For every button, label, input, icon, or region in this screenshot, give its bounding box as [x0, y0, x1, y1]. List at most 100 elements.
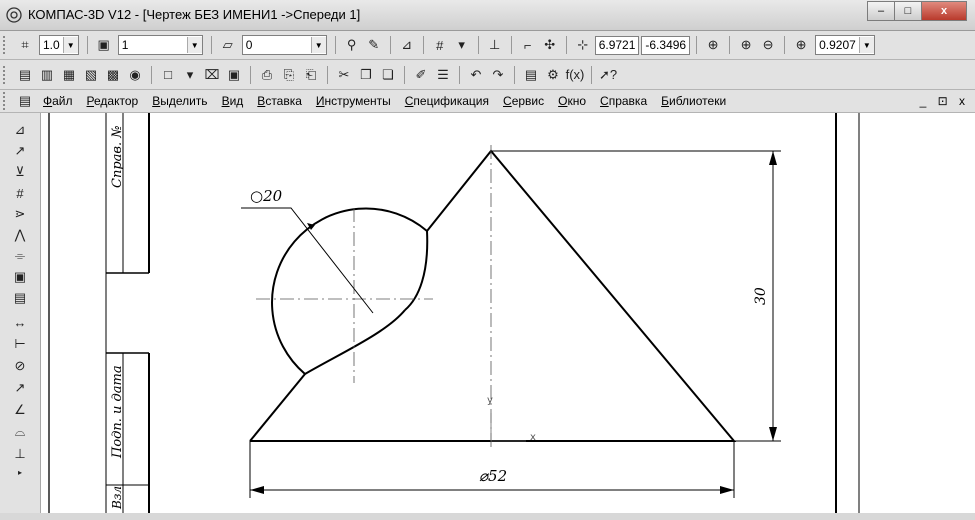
more-tools-icon[interactable]: ▸	[8, 463, 32, 481]
radial-dimension-icon[interactable]: ↗	[8, 379, 32, 397]
zoom-window-icon[interactable]: ⊕	[704, 36, 722, 54]
height-dimension-label: 30	[753, 287, 769, 305]
angular-dimension-icon[interactable]: ∠	[8, 401, 32, 419]
menu-specification[interactable]: Спецификация	[405, 94, 489, 108]
step-value: 1.0	[43, 38, 60, 52]
document-icon[interactable]: ▤	[16, 92, 34, 110]
close-button[interactable]: x	[921, 1, 967, 21]
save-icon[interactable]: ▣	[225, 66, 243, 84]
separator	[514, 65, 515, 84]
view-manager-icon[interactable]: ▥	[38, 66, 56, 84]
coord-y-field[interactable]: -6.3496	[641, 35, 691, 55]
line-style-icon[interactable]: ▱	[219, 36, 237, 54]
help-label: ?	[609, 67, 618, 82]
chevron-down-icon[interactable]: ▼	[62, 37, 78, 53]
variables-icon[interactable]: ⚙	[544, 66, 562, 84]
radius-dimension-label: ○20	[250, 187, 283, 205]
layer-combo[interactable]: 1 ▼	[117, 35, 203, 55]
toolbar-grip[interactable]	[3, 65, 9, 84]
fx-button[interactable]: f(x)	[566, 66, 585, 84]
zoom-out-icon[interactable]: ⊖	[759, 36, 777, 54]
menu-select[interactable]: Выделить	[152, 94, 207, 108]
chevron-down-icon[interactable]: ▼	[858, 37, 874, 53]
menu-tools[interactable]: Инструменты	[316, 94, 391, 108]
document-window-controls[interactable]: _ ⊡ x	[920, 94, 969, 108]
toolbar-grip[interactable]	[3, 36, 9, 54]
cut-icon[interactable]: ✂	[335, 66, 353, 84]
compact-toolbar: ⊿ ↗ ⊻ # ⋗ ⋀ ⌯ ▣ ▤ ↔ ⊢ ⊘ ↗ ∠ ⌓ ⊥ ▸	[0, 113, 41, 513]
views-icon[interactable]: ▣	[8, 268, 32, 286]
arc-dimension-icon[interactable]: ⌓	[8, 423, 32, 441]
copy-icon[interactable]: ❐	[357, 66, 375, 84]
zoom-in-icon[interactable]: ⊕	[737, 36, 755, 54]
export-icon[interactable]: ⎗	[302, 66, 320, 84]
maximize-button[interactable]: □	[894, 1, 922, 21]
stamp-cut-label: Взл	[110, 486, 124, 510]
diameter-dimension-icon[interactable]: ⊘	[8, 357, 32, 375]
geometry-icon[interactable]: ⊿	[8, 121, 32, 139]
undo-icon[interactable]: ↶	[467, 66, 485, 84]
help-button[interactable]: ➚?	[599, 66, 617, 84]
zoom-combo[interactable]: 0.9207 ▼	[815, 35, 875, 55]
format-brush-icon[interactable]: ✐	[412, 66, 430, 84]
local-cs-icon[interactable]: ⊥	[486, 36, 504, 54]
spec-icon[interactable]: ▤	[8, 289, 32, 307]
grid-icon[interactable]: #	[431, 36, 449, 54]
sphere-arc-right	[404, 230, 429, 311]
step-combo[interactable]: 1.0 ▼	[39, 35, 79, 55]
menu-view[interactable]: Вид	[222, 94, 244, 108]
manager-icon[interactable]: ▤	[522, 66, 540, 84]
snap-icon[interactable]: ⚲	[343, 36, 361, 54]
separator	[210, 36, 212, 54]
paste-icon[interactable]: ❏	[379, 66, 397, 84]
grid-menu-icon[interactable]: ▾	[453, 36, 471, 54]
style-combo[interactable]: 0 ▼	[241, 35, 327, 55]
cursor-step-icon[interactable]: ⌐	[519, 36, 537, 54]
dimensions-icon[interactable]: ↗	[8, 142, 32, 160]
grid-step-icon[interactable]: ⌗	[16, 36, 34, 54]
menu-libraries[interactable]: Библиотеки	[661, 94, 726, 108]
layers-icon[interactable]: ▧	[82, 66, 100, 84]
menu-insert[interactable]: Вставка	[257, 94, 302, 108]
minimize-button[interactable]: –	[867, 1, 895, 21]
menu-edit[interactable]: Редактор	[87, 94, 139, 108]
print-icon[interactable]: ⎙	[258, 66, 276, 84]
cursor-move-icon[interactable]: ✣	[541, 36, 559, 54]
linear-dimension-icon[interactable]: ⊢	[8, 335, 32, 353]
chevron-down-icon[interactable]: ▼	[186, 37, 202, 53]
selection-icon[interactable]: ⌯	[8, 247, 32, 265]
zoom-scale-icon[interactable]: ⊕	[792, 36, 810, 54]
ortho-icon[interactable]: ⊿	[398, 36, 416, 54]
redo-icon[interactable]: ↷	[489, 66, 507, 84]
open-folder-icon[interactable]: ⌧	[203, 66, 221, 84]
chevron-down-icon[interactable]: ▼	[310, 37, 326, 53]
drawing-canvas[interactable]: Справ. № Подп. и дата Взл ○20 30 ⌀52 y x	[41, 113, 975, 513]
document-tree-icon[interactable]: ▦	[60, 66, 78, 84]
parametrization-icon[interactable]: ⋗	[8, 205, 32, 223]
editing-icon[interactable]: #	[8, 184, 32, 202]
menu-help[interactable]: Справка	[600, 94, 647, 108]
origin-y-label: y	[487, 395, 493, 406]
menu-file[interactable]: Файл	[43, 94, 73, 108]
sphere-arc-bottom	[304, 309, 406, 375]
print-preview-icon[interactable]: ⎘	[280, 66, 298, 84]
coord-x-field[interactable]: 6.9721	[594, 35, 640, 55]
compact-panel-icon[interactable]: ▤	[16, 66, 34, 84]
auto-dimension-icon[interactable]: ↔	[8, 313, 32, 331]
library-icon[interactable]: ▩	[104, 66, 122, 84]
new-menu-icon[interactable]: ▾	[181, 66, 199, 84]
new-document-icon[interactable]: □	[159, 66, 177, 84]
separator	[86, 36, 88, 54]
height-arrow-bottom	[769, 427, 777, 441]
properties-icon[interactable]: ◉	[126, 66, 144, 84]
leader-icon[interactable]: ⊥	[8, 445, 32, 463]
toolbar-grip[interactable]	[3, 92, 9, 110]
snap-local-icon[interactable]: ✎	[365, 36, 383, 54]
layer-icon[interactable]: ▣	[95, 36, 113, 54]
menu-window[interactable]: Окно	[558, 94, 586, 108]
menu-service[interactable]: Сервис	[503, 94, 544, 108]
properties-list-icon[interactable]: ☰	[434, 66, 452, 84]
measure-icon[interactable]: ⋀	[8, 226, 32, 244]
designations-icon[interactable]: ⊻	[8, 163, 32, 181]
height-arrow-top	[769, 151, 777, 165]
